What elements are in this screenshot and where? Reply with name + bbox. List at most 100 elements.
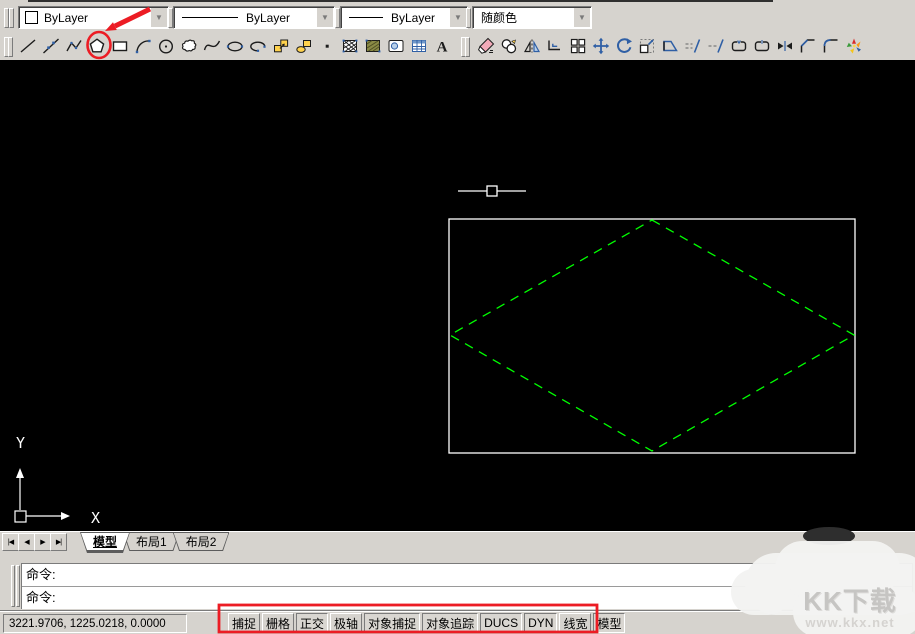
break-icon (729, 36, 749, 56)
move-button[interactable] (589, 34, 612, 58)
polygon-button[interactable] (85, 34, 108, 58)
arc-button[interactable] (131, 34, 154, 58)
table-button[interactable] (407, 34, 430, 58)
copy-button[interactable] (497, 34, 520, 58)
rotate-icon (614, 36, 634, 56)
ducs-button[interactable]: DUCS (480, 613, 522, 633)
snap-button[interactable]: 捕捉 (228, 613, 260, 633)
drawing-canvas[interactable]: XY (0, 60, 915, 531)
color-control-dropdown[interactable]: ByLayer ▼ (18, 6, 169, 29)
erase-button[interactable] (474, 34, 497, 58)
command-line-area[interactable]: 命令:命令: (21, 563, 913, 609)
ellipse-arc-button[interactable] (246, 34, 269, 58)
chevron-down-icon[interactable]: ▼ (151, 8, 167, 27)
toolbar-grip[interactable] (466, 8, 471, 28)
status-bar: 3221.9706, 1225.0218, 0.0000 捕捉栅格正交极轴对象捕… (0, 610, 915, 634)
chevron-down-icon[interactable]: ▼ (450, 8, 466, 27)
osnap-button[interactable]: 对象捕捉 (364, 613, 420, 633)
coordinate-readout[interactable]: 3221.9706, 1225.0218, 0.0000 (3, 614, 187, 633)
linetype-control-value: ByLayer (246, 11, 290, 25)
drawn-rectangle[interactable] (449, 219, 855, 453)
grid-button[interactable]: 栅格 (262, 613, 294, 633)
ortho-button[interactable]: 正交 (296, 613, 328, 633)
trim-icon (683, 36, 703, 56)
command-prompt-line[interactable]: 命令: (22, 564, 912, 587)
arc-icon (133, 36, 153, 56)
tab-layout1-label: 布局1 (124, 533, 179, 550)
linetype-sample (182, 17, 238, 18)
extend-button[interactable] (704, 34, 727, 58)
chamfer-button[interactable] (796, 34, 819, 58)
explode-icon (844, 36, 864, 56)
ellipse-button[interactable] (223, 34, 246, 58)
insert-block-button[interactable] (269, 34, 292, 58)
chevron-down-icon[interactable]: ▼ (574, 8, 590, 27)
fillet-button[interactable] (819, 34, 842, 58)
lineweight-button[interactable]: 线宽 (559, 613, 591, 633)
chevron-down-icon[interactable]: ▼ (317, 8, 333, 27)
revision-cloud-button[interactable] (177, 34, 200, 58)
offset-button[interactable] (543, 34, 566, 58)
gradient-button[interactable] (361, 34, 384, 58)
make-block-button[interactable] (292, 34, 315, 58)
tab-layout2[interactable]: 布局2 (173, 532, 230, 553)
extend-icon (706, 36, 726, 56)
command-prompt-line[interactable]: 命令: (22, 587, 912, 609)
toolbar-grip[interactable] (9, 8, 14, 28)
hatch-button[interactable] (338, 34, 361, 58)
prev-tab-button[interactable]: ◀ (18, 533, 35, 551)
copy-icon (499, 36, 519, 56)
command-window-grip[interactable] (11, 565, 15, 607)
line-button[interactable] (16, 34, 39, 58)
layout-tab-bar: |◀◀▶▶| 模型布局1布局2 (0, 531, 915, 551)
toolbar-grip[interactable] (8, 37, 13, 57)
next-tab-button[interactable]: ▶ (34, 533, 51, 551)
ucs-origin-box (15, 511, 26, 522)
array-button[interactable] (566, 34, 589, 58)
polar-button[interactable]: 极轴 (330, 613, 362, 633)
linetype-control-dropdown[interactable]: ByLayer ▼ (173, 6, 335, 29)
explode-button[interactable] (842, 34, 865, 58)
scale-button[interactable] (635, 34, 658, 58)
last-tab-button[interactable]: ▶| (50, 533, 67, 551)
otrack-button[interactable]: 对象追踪 (422, 613, 478, 633)
region-button[interactable] (384, 34, 407, 58)
toolbar-grip[interactable] (465, 37, 470, 57)
tab-model[interactable]: 模型 (80, 532, 130, 553)
polyline-icon (64, 36, 84, 56)
rotate-button[interactable] (612, 34, 635, 58)
break-at-point-button[interactable] (750, 34, 773, 58)
fillet-icon (821, 36, 841, 56)
circle-icon (156, 36, 176, 56)
multiline-text-button[interactable]: A (430, 34, 453, 58)
join-button[interactable] (773, 34, 796, 58)
stretch-button[interactable] (658, 34, 681, 58)
tab-model-label: 模型 (81, 533, 129, 550)
rectangle-button[interactable] (108, 34, 131, 58)
break-button[interactable] (727, 34, 750, 58)
lineweight-control-value: ByLayer (391, 11, 435, 25)
status-toggle-buttons: 捕捉栅格正交极轴对象捕捉对象追踪DUCSDYN线宽模型 (228, 613, 625, 633)
tab-layout1[interactable]: 布局1 (123, 532, 180, 553)
drawn-dashed-diamond[interactable] (450, 220, 854, 451)
trim-button[interactable] (681, 34, 704, 58)
plotstyle-control-value: 随颜色 (481, 9, 517, 26)
plotstyle-control-dropdown[interactable]: 随颜色 ▼ (472, 6, 592, 29)
dyn-button[interactable]: DYN (524, 613, 557, 633)
properties-toolbar: ByLayer ▼ ByLayer ▼ ByLayer ▼ 随颜色 ▼ (0, 2, 915, 31)
model-button[interactable]: 模型 (593, 613, 625, 633)
lineweight-control-dropdown[interactable]: ByLayer ▼ (340, 6, 468, 29)
construction-line-button[interactable] (39, 34, 62, 58)
polyline-button[interactable] (62, 34, 85, 58)
mirror-button[interactable] (520, 34, 543, 58)
break-at-point-icon (752, 36, 772, 56)
first-tab-button[interactable]: |◀ (2, 533, 19, 551)
svg-text:A: A (436, 40, 447, 56)
spline-button[interactable] (200, 34, 223, 58)
command-window-grip[interactable] (16, 565, 20, 607)
circle-button[interactable] (154, 34, 177, 58)
ellipse-arc-icon (248, 36, 268, 56)
point-button[interactable] (315, 34, 338, 58)
construction-line-icon (41, 36, 61, 56)
offset-icon (545, 36, 565, 56)
